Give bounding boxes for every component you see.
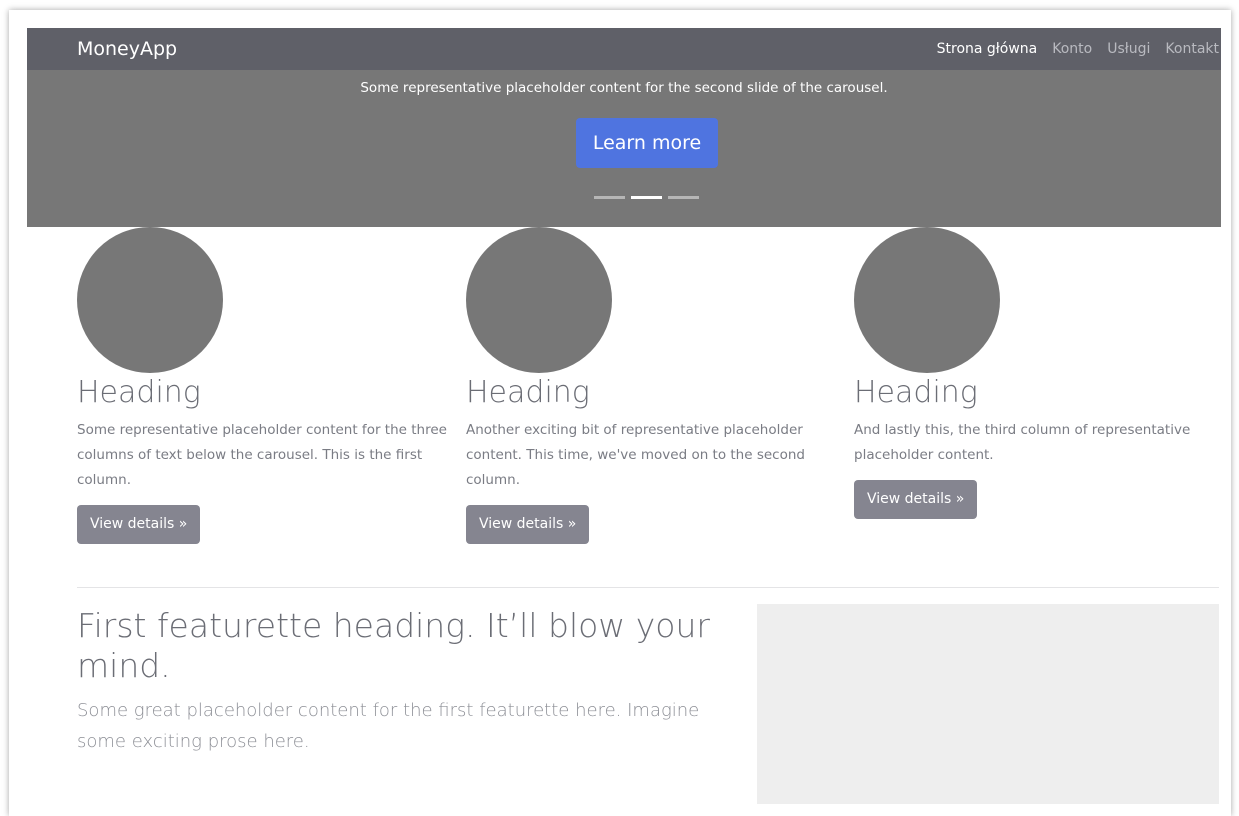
column-text: Another exciting bit of representative p…	[466, 422, 805, 488]
marketing-column-2: Heading Another exciting bit of represen…	[466, 227, 836, 544]
view-details-button[interactable]: View details »	[77, 505, 201, 544]
column-heading: Heading	[854, 375, 978, 410]
placeholder-circle-image	[854, 227, 1000, 373]
nav-link-account[interactable]: Konto	[1052, 41, 1092, 57]
featurette-divider	[77, 587, 1219, 588]
nav-link-contact[interactable]: Kontakt	[1165, 41, 1219, 57]
column-text: Some representative placeholder content …	[77, 422, 447, 488]
nav-links: Strona główna Konto Usługi Kontakt	[937, 28, 1219, 70]
nav-link-services[interactable]: Usługi	[1107, 41, 1150, 57]
column-text: And lastly this, the third column of rep…	[854, 422, 1191, 463]
column-heading: Heading	[466, 375, 590, 410]
carousel: Some representative placeholder content …	[27, 70, 1221, 227]
view-details-button[interactable]: View details »	[854, 480, 978, 519]
brand-logo[interactable]: MoneyApp	[77, 28, 177, 70]
placeholder-circle-image	[77, 227, 223, 373]
column-heading: Heading	[77, 375, 201, 410]
carousel-indicator-1[interactable]	[594, 196, 625, 199]
carousel-indicators	[594, 196, 699, 199]
featurette-heading: First featurette heading. It’ll blow you…	[77, 606, 710, 685]
carousel-indicator-3[interactable]	[668, 196, 699, 199]
featurette-lead: Some great placeholder content for the f…	[77, 700, 700, 752]
nav-link-home[interactable]: Strona główna	[937, 41, 1038, 57]
placeholder-circle-image	[466, 227, 612, 373]
browser-frame: MoneyApp Strona główna Konto Usługi Kont…	[9, 10, 1231, 816]
learn-more-button[interactable]: Learn more	[576, 118, 718, 168]
view-details-button[interactable]: View details »	[466, 505, 590, 544]
marketing-column-3: Heading And lastly this, the third colum…	[854, 227, 1224, 519]
carousel-caption: Some representative placeholder content …	[360, 80, 888, 96]
navbar: MoneyApp Strona główna Konto Usługi Kont…	[27, 28, 1221, 70]
marketing-column-1: Heading Some representative placeholder …	[77, 227, 447, 544]
carousel-indicator-2[interactable]	[631, 196, 662, 199]
featurette-placeholder-image	[757, 604, 1219, 804]
